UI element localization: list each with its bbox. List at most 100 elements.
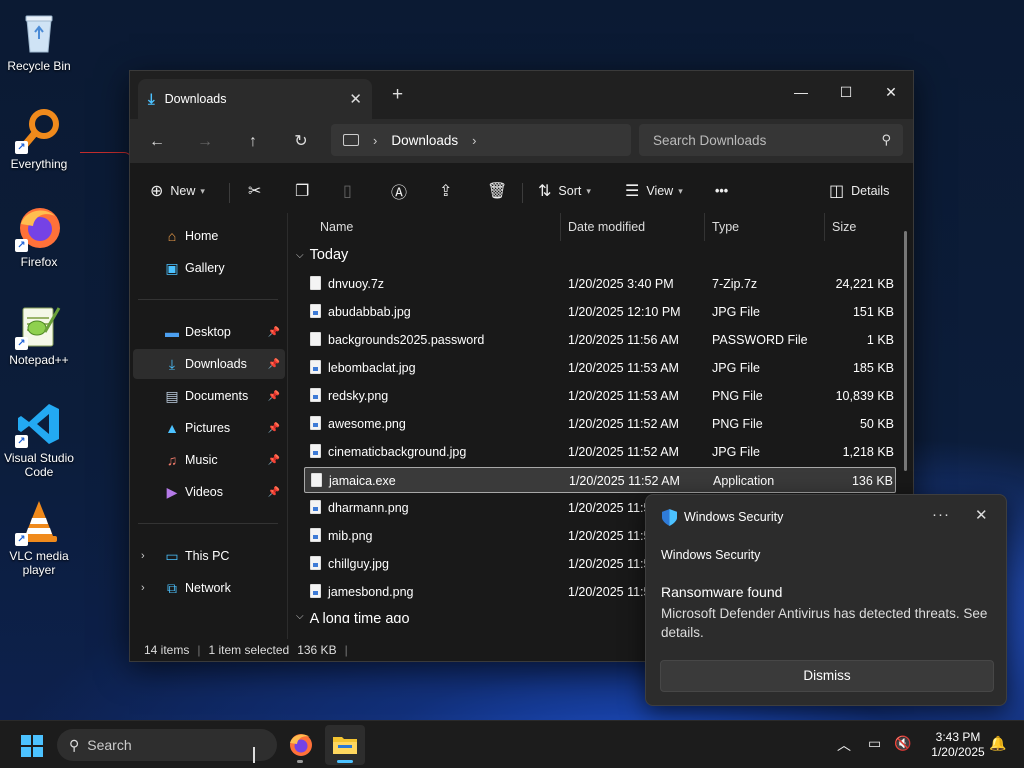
column-date-modified[interactable]: Date modified [568, 220, 645, 234]
group-header-older[interactable]: ⌵ A long time ago [296, 611, 410, 623]
pin-icon[interactable]: 📌 [268, 487, 280, 498]
sort-button[interactable]: ⇅ Sort ▾ [538, 179, 591, 203]
chevron-right-icon[interactable]: › [472, 133, 476, 148]
desktop-icon-everything[interactable]: ↗ Everything [0, 106, 78, 171]
group-header-today[interactable]: ⌵ Today [296, 247, 348, 263]
chevron-right-icon[interactable]: › [373, 133, 377, 148]
file-name: jamesbond.png [328, 585, 414, 599]
nav-this-pc[interactable]: › ▭ This PC [133, 541, 285, 571]
taskbar-firefox[interactable] [281, 725, 321, 765]
file-row[interactable]: cinematicbackground.jpg 1/20/2025 11:52 A… [304, 439, 896, 465]
pin-icon[interactable]: 📌 [268, 391, 280, 402]
chevron-right-icon[interactable]: › [141, 582, 145, 594]
details-pane-button[interactable]: ◫ Details [829, 179, 889, 203]
maximize-button[interactable]: ☐ [823, 77, 869, 107]
column-size[interactable]: Size [832, 220, 856, 234]
image-file-icon [310, 500, 321, 514]
search-input[interactable] [653, 132, 882, 148]
taskbar-search[interactable]: ⚲ [57, 729, 277, 761]
view-button[interactable]: ☰ View ▾ [625, 179, 683, 203]
desktop-icon-vscode[interactable]: ↗ Visual Studio Code [0, 400, 78, 479]
file-date-modified: 1/20/2025 11:56 AM [568, 333, 679, 347]
notification-more-button[interactable]: ··· [932, 506, 950, 523]
status-divider: | [344, 643, 348, 657]
minimize-button[interactable]: — [778, 77, 824, 107]
clock-time: 3:43 PM [935, 730, 981, 744]
new-tab-button[interactable]: + [392, 84, 403, 106]
column-type[interactable]: Type [712, 220, 739, 234]
tab-downloads[interactable]: ⤓ Downloads ✕ [138, 79, 372, 119]
notification-close-button[interactable]: ✕ [975, 506, 988, 524]
copy-icon: ❐ [295, 183, 310, 200]
more-options-button[interactable]: ••• [715, 179, 728, 203]
column-divider[interactable] [704, 213, 705, 241]
desktop-icon-vlc[interactable]: ↗ VLC media player [0, 498, 78, 577]
dismiss-button[interactable]: Dismiss [660, 660, 994, 692]
selected-size: 136 KB [297, 643, 337, 657]
volume-muted-icon[interactable]: 🔇 [894, 735, 911, 752]
chevron-right-icon[interactable]: › [141, 550, 145, 562]
file-icon [310, 276, 321, 290]
copy-button[interactable]: ❐ [295, 179, 316, 203]
start-button[interactable] [21, 735, 43, 757]
up-button[interactable]: ↑ [239, 129, 267, 155]
pin-icon[interactable]: 📌 [268, 423, 280, 434]
desktop-icon-firefox[interactable]: ↗ Firefox [0, 204, 78, 269]
new-button[interactable]: ⊕ New ▾ [150, 179, 205, 203]
sort-label: Sort [558, 184, 582, 198]
column-divider[interactable] [824, 213, 825, 241]
windows-security-notification[interactable]: Windows Security ··· ✕ Windows Security … [645, 494, 1007, 706]
address-bar[interactable]: › Downloads › [331, 124, 631, 156]
file-row[interactable]: redsky.png 1/20/2025 11:53 AM PNG File 10,8… [304, 383, 896, 409]
mouse-cursor-ibeam [253, 747, 255, 763]
pin-icon[interactable]: 📌 [268, 455, 280, 466]
breadcrumb-downloads[interactable]: Downloads [391, 133, 458, 148]
share-button[interactable]: ⇪ [439, 179, 459, 203]
nav-network[interactable]: › ⧉ Network [133, 573, 285, 603]
nav-pictures[interactable]: ▲ Pictures 📌 [133, 413, 285, 443]
nav-home[interactable]: ⌂ Home [133, 221, 285, 251]
nav-downloads[interactable]: ⤓ Downloads 📌 [133, 349, 285, 379]
taskbar-file-explorer[interactable] [325, 725, 365, 765]
nav-music[interactable]: ♫ Music 📌 [133, 445, 285, 475]
column-divider[interactable] [560, 213, 561, 241]
rename-button[interactable]: Ⓐ [391, 179, 414, 203]
active-indicator [337, 760, 353, 763]
desktop-icon-recycle-bin[interactable]: Recycle Bin [0, 8, 78, 73]
clock[interactable]: 3:43 PM 1/20/2025 [918, 730, 998, 760]
delete-button[interactable]: 🗑 [487, 179, 514, 203]
nav-videos[interactable]: ▶ Videos 📌 [133, 477, 285, 507]
download-arrow-icon: ⤓ [148, 90, 155, 108]
file-row[interactable]: abudabbab.jpg 1/20/2025 12:10 PM JPG File 1… [304, 299, 896, 325]
file-row[interactable]: jamaica.exe 1/20/2025 11:52 AM Application… [304, 467, 896, 493]
show-hidden-icons-button[interactable]: ︿ [837, 735, 851, 755]
refresh-button[interactable]: ↻ [287, 129, 315, 155]
file-row[interactable]: lebombaclat.jpg 1/20/2025 11:53 AM JPG Fil… [304, 355, 896, 381]
taskbar-search-input[interactable] [87, 737, 238, 753]
file-name: redsky.png [328, 389, 389, 403]
search-box[interactable]: ⚲ [639, 124, 903, 156]
close-window-button[interactable]: ✕ [868, 77, 913, 107]
nav-gallery[interactable]: ▣ Gallery [133, 253, 285, 283]
pin-icon[interactable]: 📌 [268, 327, 280, 338]
navigation-pane: ⌂ Home ▣ Gallery ▬ Desktop 📌 ⤓ Downloads 📌 ▤ Do… [130, 213, 288, 639]
notification-bell-icon[interactable]: 🔔 [989, 735, 1006, 752]
column-name[interactable]: Name [320, 220, 353, 234]
back-button[interactable]: ← [143, 129, 171, 155]
pin-icon[interactable]: 📌 [268, 359, 280, 370]
forward-button[interactable]: → [191, 129, 219, 155]
notification-app-name: Windows Security [684, 510, 784, 524]
cut-button[interactable]: ✂ [248, 179, 268, 203]
network-tray-icon[interactable]: ▭ [868, 735, 881, 752]
file-row[interactable]: awesome.png 1/20/2025 11:52 AM PNG File 50 … [304, 411, 896, 437]
toolbar-separator [229, 183, 230, 203]
tab-close-icon[interactable]: ✕ [349, 90, 362, 108]
recycle-bin-icon [15, 8, 63, 56]
vertical-scrollbar[interactable] [904, 231, 907, 471]
file-row[interactable]: backgrounds2025.password 1/20/2025 11:56 … [304, 327, 896, 353]
paste-button[interactable]: ▯ [343, 179, 359, 203]
desktop-icon-notepadpp[interactable]: ↗ Notepad++ [0, 302, 78, 367]
file-row[interactable]: dnvuoy.7z 1/20/2025 3:40 PM 7-Zip.7z 24,221… [304, 271, 896, 297]
nav-desktop[interactable]: ▬ Desktop 📌 [133, 317, 285, 347]
nav-documents[interactable]: ▤ Documents 📌 [133, 381, 285, 411]
